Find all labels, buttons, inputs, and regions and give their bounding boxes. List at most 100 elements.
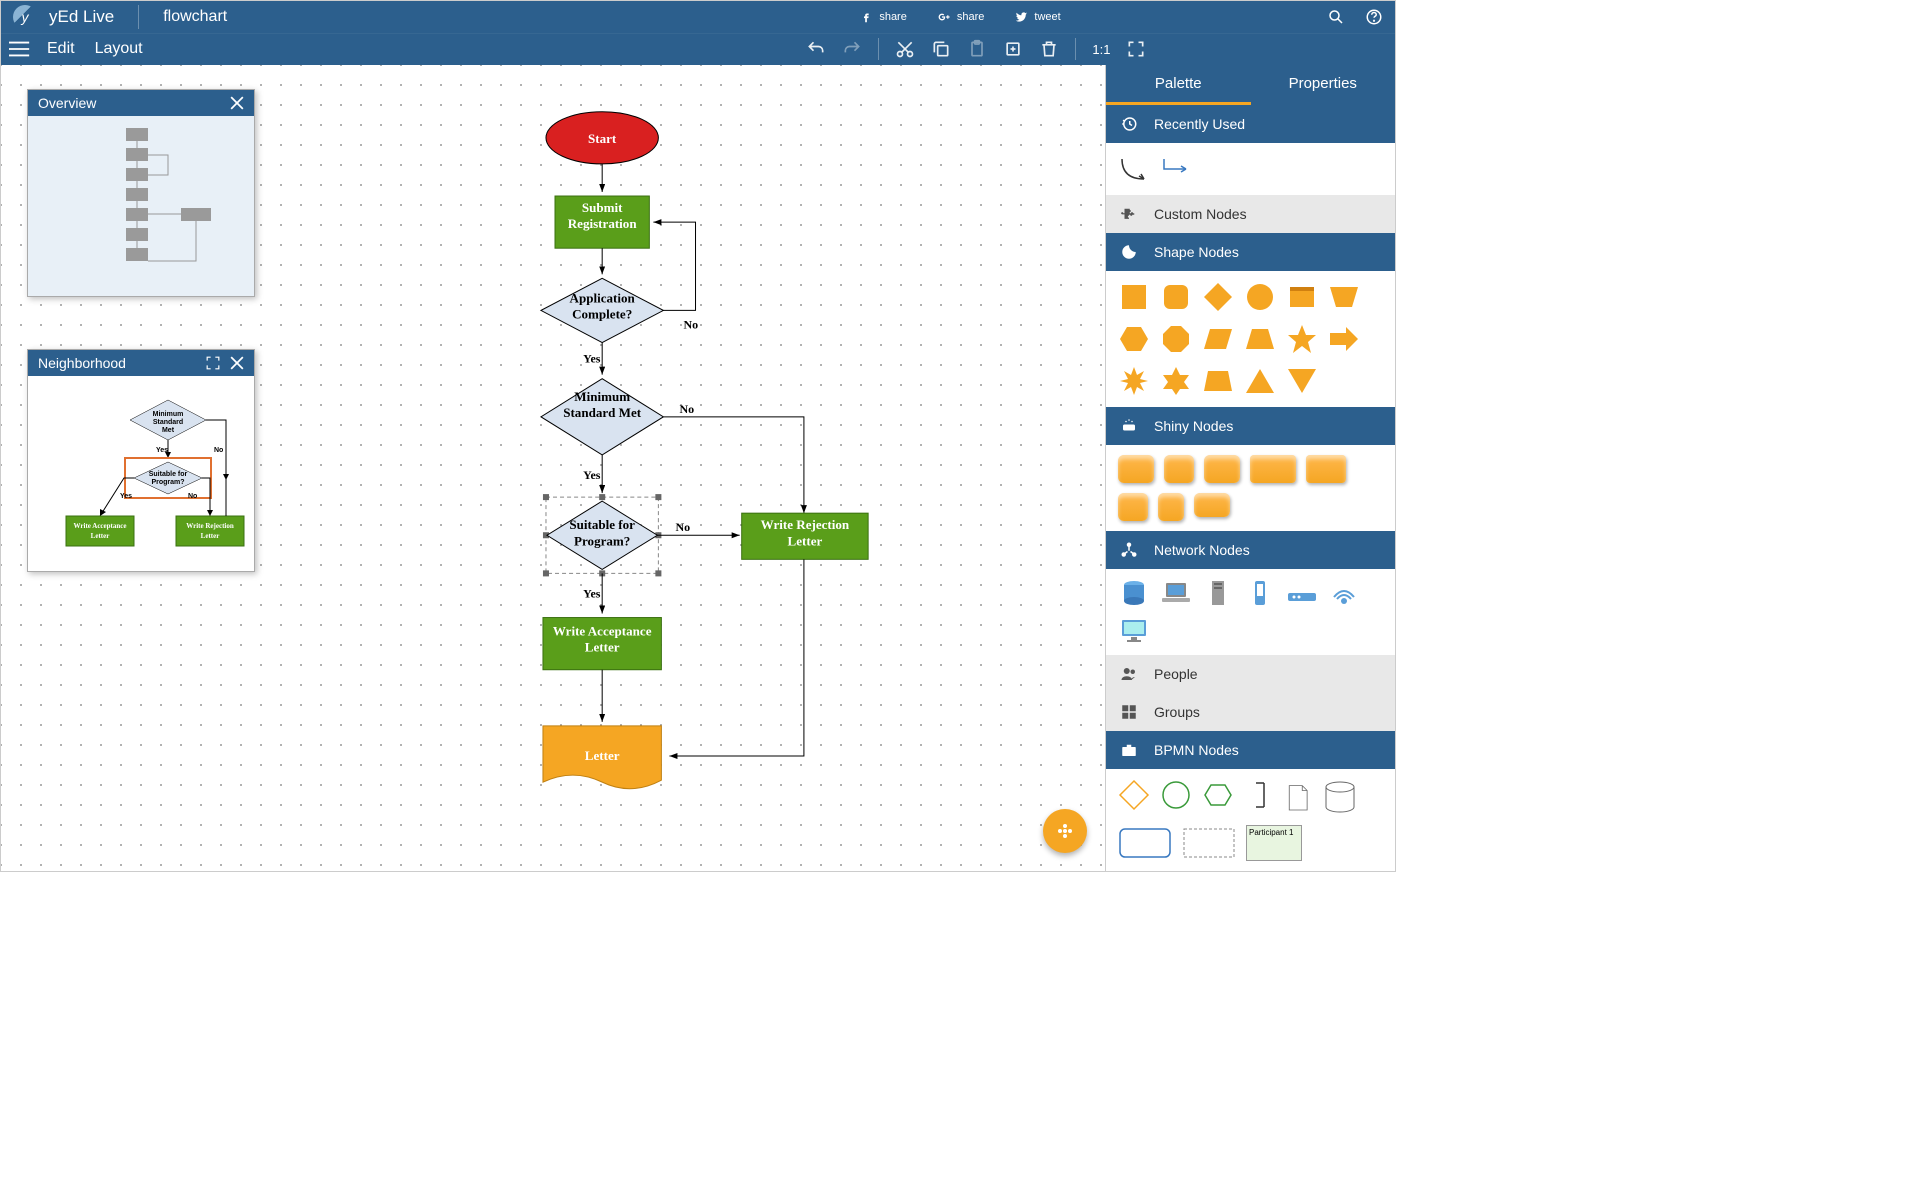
shape-trapezoid3[interactable] — [1202, 365, 1234, 397]
net-wifi[interactable] — [1328, 579, 1360, 607]
shiny-3[interactable] — [1204, 455, 1240, 483]
tab-properties[interactable]: Properties — [1251, 65, 1396, 105]
section-people[interactable]: People — [1106, 655, 1395, 693]
section-bpmn-nodes[interactable]: BPMN Nodes — [1106, 731, 1395, 769]
separator — [138, 5, 139, 29]
moon-icon — [1120, 243, 1138, 261]
edge-poly-thumb[interactable] — [1160, 153, 1192, 185]
shape-diamond[interactable] — [1202, 281, 1234, 313]
shape-parallelogram[interactable] — [1202, 323, 1234, 355]
shiny-8[interactable] — [1194, 493, 1230, 517]
puzzle-icon — [1120, 205, 1138, 223]
node-submit-label: Submit Registration — [555, 200, 649, 232]
edge-label-no3: No — [675, 520, 690, 534]
node-letter[interactable] — [543, 726, 661, 789]
bpmn-db[interactable] — [1322, 779, 1358, 815]
bpmn-diamond[interactable] — [1118, 779, 1150, 811]
edge-label-yes3: Yes — [583, 586, 601, 600]
bpmn-hex[interactable] — [1202, 779, 1234, 811]
node-suitable-label: Suitable for Program? — [555, 517, 649, 549]
net-server[interactable] — [1202, 579, 1234, 607]
section-network-nodes[interactable]: Network Nodes — [1106, 531, 1395, 569]
custom-nodes-label: Custom Nodes — [1154, 206, 1247, 222]
bpmn-dashed[interactable] — [1182, 825, 1236, 861]
search-icon[interactable] — [1327, 8, 1345, 26]
net-monitor[interactable] — [1118, 617, 1150, 645]
menu-icon[interactable] — [9, 40, 31, 58]
net-phone[interactable] — [1244, 579, 1276, 607]
shape-triangle[interactable] — [1244, 365, 1276, 397]
shape-triangle-down[interactable] — [1286, 365, 1318, 397]
network-nodes-label: Network Nodes — [1154, 542, 1250, 558]
shiny-nodes-label: Shiny Nodes — [1154, 418, 1233, 434]
document-name[interactable]: flowchart — [163, 8, 227, 26]
menu-layout[interactable]: Layout — [95, 40, 143, 58]
copy-icon[interactable] — [931, 39, 951, 59]
people-label: People — [1154, 666, 1198, 682]
net-laptop[interactable] — [1160, 579, 1192, 607]
share-facebook[interactable]: share — [859, 10, 907, 24]
fullscreen-icon[interactable] — [1126, 39, 1146, 59]
participant-label: Participant 1 — [1249, 828, 1293, 837]
paste-icon[interactable] — [967, 39, 987, 59]
menu-edit[interactable]: Edit — [47, 40, 75, 58]
share-twitter[interactable]: tweet — [1014, 10, 1060, 24]
shape-hexagon[interactable] — [1118, 323, 1150, 355]
bpmn-doc[interactable] — [1286, 779, 1312, 815]
duplicate-icon[interactable] — [1003, 39, 1023, 59]
shape-trapezoid2[interactable] — [1328, 281, 1360, 313]
edge-label-no2: No — [679, 402, 694, 416]
share-googleplus[interactable]: share — [937, 10, 985, 24]
briefcase-icon — [1120, 741, 1138, 759]
fab-button[interactable] — [1043, 809, 1087, 853]
shape-star6[interactable] — [1160, 365, 1192, 397]
edge-label-no: No — [683, 317, 698, 331]
shiny-7[interactable] — [1158, 493, 1184, 521]
share-fb-label: share — [879, 11, 907, 23]
bpmn-rect[interactable] — [1118, 825, 1172, 861]
edge-bezier-thumb[interactable] — [1118, 153, 1150, 185]
shiny-4[interactable] — [1250, 455, 1296, 483]
node-start[interactable] — [546, 112, 658, 164]
facebook-icon — [859, 10, 873, 24]
bpmn-participant[interactable]: Participant 1 — [1246, 825, 1302, 861]
section-groups[interactable]: Groups — [1106, 693, 1395, 731]
help-icon[interactable] — [1365, 8, 1383, 26]
undo-icon[interactable] — [806, 39, 826, 59]
section-custom-nodes[interactable]: Custom Nodes — [1106, 195, 1395, 233]
delete-icon[interactable] — [1039, 39, 1059, 59]
shape-nodes-label: Shape Nodes — [1154, 244, 1239, 260]
cut-icon[interactable] — [895, 39, 915, 59]
share-gp-label: share — [957, 11, 985, 23]
shape-octagon[interactable] — [1160, 323, 1192, 355]
shape-star8[interactable] — [1118, 365, 1150, 397]
groups-label: Groups — [1154, 704, 1200, 720]
shape-circle[interactable] — [1244, 281, 1276, 313]
shape-square[interactable] — [1118, 281, 1150, 313]
redo-icon[interactable] — [842, 39, 862, 59]
googleplus-icon — [937, 10, 951, 24]
people-icon — [1120, 665, 1138, 683]
shiny-6[interactable] — [1118, 493, 1148, 521]
tab-palette[interactable]: Palette — [1106, 65, 1251, 105]
bpmn-bracket[interactable] — [1244, 779, 1276, 811]
shiny-2[interactable] — [1164, 455, 1194, 483]
separator — [878, 38, 879, 60]
shiny-1[interactable] — [1118, 455, 1154, 483]
section-recently-used[interactable]: Recently Used — [1106, 105, 1395, 143]
app-logo: y — [13, 5, 37, 29]
shiny-5[interactable] — [1306, 455, 1346, 483]
shape-fatarrow[interactable] — [1328, 323, 1360, 355]
app-name: yEd Live — [49, 7, 114, 27]
bpmn-circle[interactable] — [1160, 779, 1192, 811]
net-modem[interactable] — [1286, 579, 1318, 607]
zoom-fit[interactable]: 1:1 — [1092, 42, 1110, 57]
net-database[interactable] — [1118, 579, 1150, 607]
section-shiny-nodes[interactable]: Shiny Nodes — [1106, 407, 1395, 445]
shape-star5[interactable] — [1286, 323, 1318, 355]
section-shape-nodes[interactable]: Shape Nodes — [1106, 233, 1395, 271]
edge-label-yes2: Yes — [583, 468, 601, 482]
shape-rect3d[interactable] — [1286, 281, 1318, 313]
shape-roundrect[interactable] — [1160, 281, 1192, 313]
shape-trapezoid[interactable] — [1244, 323, 1276, 355]
